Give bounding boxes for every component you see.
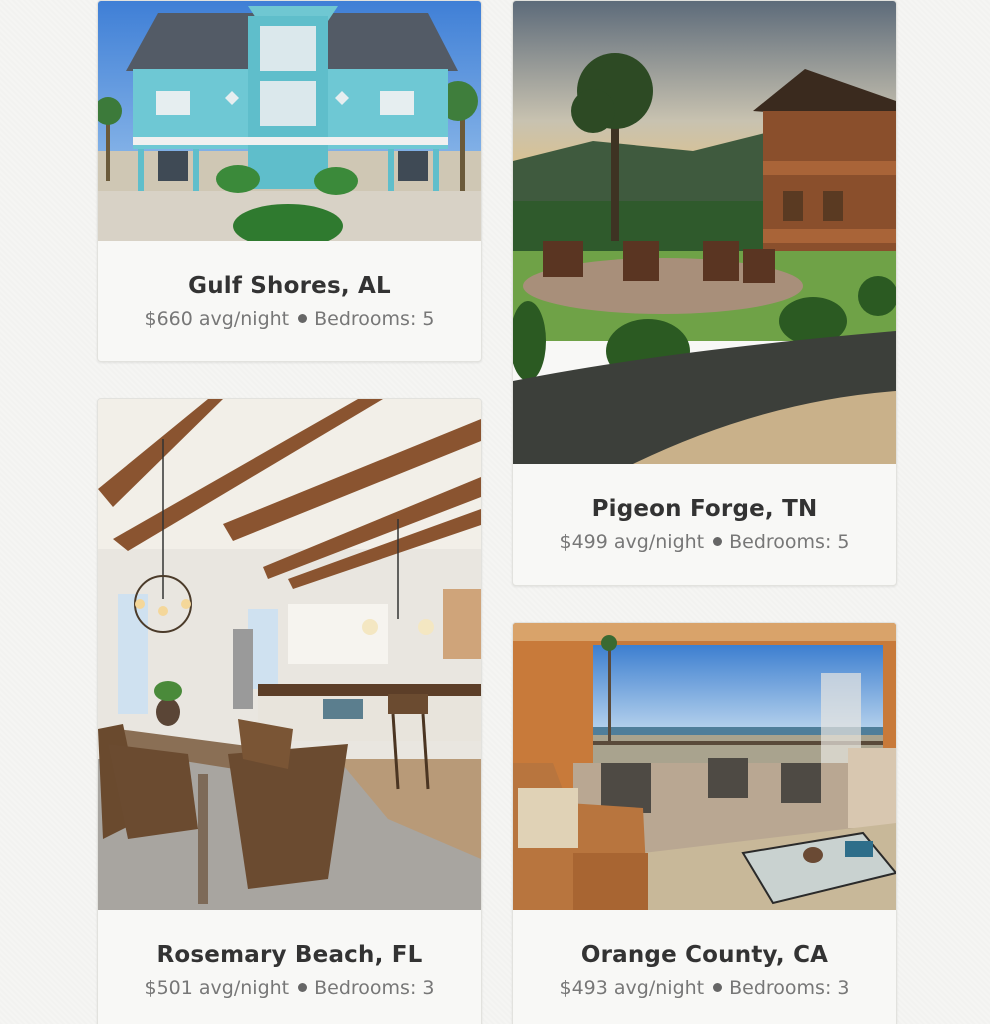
listing-bedrooms: Bedrooms: 3 xyxy=(314,977,435,999)
listing-photo[interactable] xyxy=(98,399,481,910)
listing-meta: $493 avg/night Bedrooms: 3 xyxy=(513,977,896,999)
listing-photo[interactable] xyxy=(513,1,896,464)
listing-info: Orange County, CA $493 avg/night Bedrooms… xyxy=(513,910,896,1024)
listing-info: Pigeon Forge, TN $499 avg/night Bedrooms:… xyxy=(513,464,896,585)
listing-location[interactable]: Rosemary Beach, FL xyxy=(98,942,481,968)
listing-price: $493 avg/night xyxy=(559,977,705,999)
listing-meta: $499 avg/night Bedrooms: 5 xyxy=(513,531,896,553)
listing-info: Gulf Shores, AL $660 avg/night Bedrooms: … xyxy=(98,241,481,361)
separator-dot-icon xyxy=(713,537,723,546)
listing-location[interactable]: Gulf Shores, AL xyxy=(98,273,481,299)
listing-location[interactable]: Pigeon Forge, TN xyxy=(513,496,896,522)
listing-photo[interactable] xyxy=(513,623,896,910)
listing-meta: $501 avg/night Bedrooms: 3 xyxy=(98,977,481,999)
listing-meta: $660 avg/night Bedrooms: 5 xyxy=(98,308,481,330)
listing-bedrooms: Bedrooms: 5 xyxy=(729,531,850,553)
separator-dot-icon xyxy=(298,314,308,323)
listing-bedrooms: Bedrooms: 5 xyxy=(314,308,435,330)
listing-info: Rosemary Beach, FL $501 avg/night Bedroom… xyxy=(98,910,481,1024)
listing-card-pigeon-forge[interactable]: Pigeon Forge, TN $499 avg/night Bedrooms:… xyxy=(512,0,897,586)
listing-bedrooms: Bedrooms: 3 xyxy=(729,977,850,999)
listing-price: $499 avg/night xyxy=(559,531,705,553)
listing-photo[interactable] xyxy=(98,1,481,241)
listing-location[interactable]: Orange County, CA xyxy=(513,942,896,968)
listing-card-orange-county[interactable]: Orange County, CA $493 avg/night Bedrooms… xyxy=(512,622,897,1024)
separator-dot-icon xyxy=(713,983,723,992)
separator-dot-icon xyxy=(298,983,308,992)
listing-price: $660 avg/night xyxy=(144,308,290,330)
listing-card-rosemary-beach[interactable]: Rosemary Beach, FL $501 avg/night Bedroom… xyxy=(97,398,482,1024)
listing-card-gulf-shores[interactable]: Gulf Shores, AL $660 avg/night Bedrooms: … xyxy=(97,0,482,362)
listing-price: $501 avg/night xyxy=(144,977,290,999)
